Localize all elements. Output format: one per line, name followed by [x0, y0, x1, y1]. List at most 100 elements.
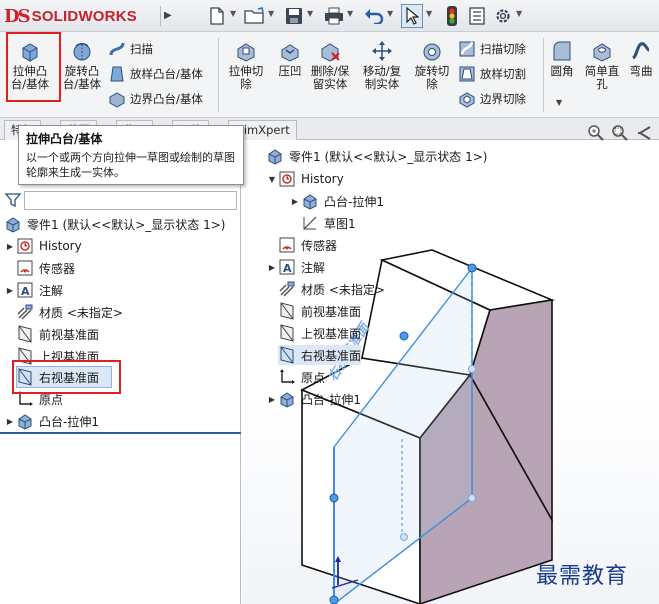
- flyout-item-sensors[interactable]: 传感器: [278, 235, 337, 255]
- move-copy-body-button[interactable]: 移动/复 制实体: [358, 40, 406, 91]
- origin-icon: [18, 391, 33, 406]
- tree-item-history[interactable]: ▶ History: [4, 236, 82, 256]
- fillet-icon: [553, 41, 571, 61]
- tree-rollback-bar[interactable]: [0, 432, 241, 434]
- tree-item-label: 前视基准面: [39, 327, 100, 342]
- select-dropdown-icon[interactable]: ▼: [426, 9, 432, 18]
- menu-expand-arrow-icon[interactable]: ▶: [160, 6, 174, 26]
- lofted-cut-button[interactable]: 放样切割: [458, 65, 526, 83]
- sensor-icon: [17, 260, 33, 276]
- tree-item-boss-extrude[interactable]: ▶ 凸台-拉伸1: [4, 411, 99, 431]
- previous-view-icon[interactable]: [635, 124, 653, 142]
- flyout-item-right-plane[interactable]: 右视基准面: [278, 345, 362, 365]
- flyout-item-annotations[interactable]: ▶ A 注解: [266, 257, 325, 277]
- print-dropdown-icon[interactable]: ▼: [347, 9, 353, 18]
- expand-arrow-icon[interactable]: ▶: [4, 286, 16, 295]
- flyout-item-front-plane[interactable]: 前视基准面: [278, 301, 361, 321]
- boundary-boss-icon: [109, 92, 125, 108]
- plane-handle[interactable]: [468, 365, 476, 373]
- tree-item-sensors[interactable]: 传感器: [4, 258, 75, 278]
- select-arrow-icon[interactable]: [401, 4, 423, 28]
- plane-handle[interactable]: [329, 493, 339, 503]
- zoom-to-fit-icon[interactable]: [587, 124, 605, 142]
- options-dropdown-icon[interactable]: ▼: [516, 9, 522, 18]
- expand-arrow-icon[interactable]: ▶: [266, 395, 278, 404]
- collapse-arrow-icon[interactable]: ▼: [266, 175, 278, 184]
- indent-icon: [281, 44, 299, 62]
- revolve-boss-button[interactable]: 旋转凸 台/基体: [58, 40, 106, 91]
- tree-item-right-plane[interactable]: 右视基准面: [4, 367, 99, 387]
- boundary-cut-icon: [459, 92, 475, 108]
- flex-button[interactable]: 弯曲: [624, 40, 658, 78]
- expand-arrow-icon[interactable]: ▶: [4, 417, 16, 426]
- boundary-boss-button[interactable]: 边界凸台/基体: [108, 90, 203, 108]
- tree-item-front-plane[interactable]: 前视基准面: [4, 324, 99, 344]
- plane-handle[interactable]: [400, 533, 408, 541]
- delete-keep-body-label: 删除/保 留实体: [310, 64, 350, 91]
- flyout-item-label: History: [301, 172, 344, 186]
- flyout-item-history[interactable]: ▼ History: [266, 169, 344, 189]
- expand-arrow-icon[interactable]: ▶: [289, 197, 301, 206]
- sweep-button[interactable]: 扫描: [108, 40, 153, 58]
- file-properties-icon[interactable]: [466, 5, 488, 27]
- extrude-cut-button[interactable]: 拉伸切 除: [224, 40, 268, 91]
- revolve-cut-button[interactable]: 旋转切 除: [410, 40, 454, 91]
- flyout-item-label: 材质 <未指定>: [301, 282, 385, 297]
- flyout-item-material[interactable]: 材质 <未指定>: [278, 279, 385, 299]
- rebuild-icon[interactable]: [442, 5, 462, 27]
- flyout-history-boss-extrude[interactable]: ▶ 凸台-拉伸1: [289, 191, 384, 211]
- tree-item-label: 右视基准面: [39, 370, 100, 385]
- new-file-icon[interactable]: [206, 5, 228, 27]
- tree-item-top-plane[interactable]: 上视基准面: [4, 346, 99, 366]
- tree-item-origin[interactable]: 原点: [4, 389, 63, 409]
- solidworks-logo[interactable]: DS SOLIDWORKS: [4, 4, 137, 28]
- filter-icon[interactable]: [4, 191, 22, 209]
- swept-cut-label: 扫描切除: [480, 42, 526, 56]
- indent-button[interactable]: 压凹: [272, 40, 308, 78]
- flyout-root-part[interactable]: 零件1 (默认<<默认>_显示状态 1>): [266, 146, 487, 166]
- swept-cut-button[interactable]: 扫描切除: [458, 40, 526, 58]
- delete-keep-body-button[interactable]: 删除/保 留实体: [306, 40, 354, 91]
- flyout-item-origin[interactable]: 原点: [278, 367, 325, 387]
- flex-icon: [632, 42, 650, 60]
- undo-icon[interactable]: [362, 5, 386, 27]
- save-icon[interactable]: [283, 5, 305, 27]
- tree-item-material[interactable]: 材质 <未指定>: [4, 302, 123, 322]
- undo-dropdown-icon[interactable]: ▼: [387, 9, 393, 18]
- flyout-item-top-plane[interactable]: 上视基准面: [278, 323, 361, 343]
- extrude-boss-button[interactable]: 拉伸凸 台/基体: [6, 40, 54, 91]
- sweep-label: 扫描: [130, 42, 153, 56]
- loft-boss-button[interactable]: 放样凸台/基体: [108, 65, 203, 83]
- filter-input[interactable]: [24, 191, 237, 210]
- plane-handle[interactable]: [467, 263, 477, 273]
- open-file-icon[interactable]: [243, 5, 267, 27]
- material-icon: [17, 304, 33, 320]
- svg-text:A: A: [283, 262, 292, 275]
- new-file-dropdown-icon[interactable]: ▼: [230, 9, 236, 18]
- flyout-item-boss-extrude[interactable]: ▶ 凸台-拉伸1: [266, 389, 361, 409]
- fillet-dropdown-icon[interactable]: ▼: [556, 98, 562, 107]
- ribbon-separator: [543, 38, 544, 112]
- expand-arrow-icon[interactable]: ▶: [266, 263, 278, 272]
- boundary-cut-button[interactable]: 边界切除: [458, 90, 526, 108]
- annotation-icon: A: [17, 282, 33, 298]
- indent-label: 压凹: [278, 64, 302, 78]
- plane-handle[interactable]: [399, 331, 409, 341]
- simple-hole-button[interactable]: 简单直 孔: [580, 40, 624, 91]
- tree-item-annotations[interactable]: ▶ A 注解: [4, 280, 63, 300]
- flyout-history-sketch[interactable]: 草图1: [301, 213, 356, 233]
- plane-handle[interactable]: [329, 595, 339, 604]
- save-dropdown-icon[interactable]: ▼: [307, 9, 313, 18]
- open-file-dropdown-icon[interactable]: ▼: [268, 9, 274, 18]
- zoom-to-area-icon[interactable]: [611, 124, 629, 142]
- revolve-cut-label: 旋转切 除: [414, 64, 450, 91]
- plane-handle[interactable]: [468, 494, 476, 502]
- revolve-boss-icon: [73, 42, 91, 61]
- print-icon[interactable]: [322, 5, 346, 27]
- tree-root-part[interactable]: 零件1 (默认<<默认>_显示状态 1>): [4, 214, 225, 234]
- options-gear-icon[interactable]: [492, 5, 514, 27]
- plane-icon: [18, 347, 32, 365]
- flyout-item-label: 传感器: [301, 238, 338, 253]
- fillet-button[interactable]: 圆角: [546, 40, 578, 78]
- expand-arrow-icon[interactable]: ▶: [4, 242, 16, 251]
